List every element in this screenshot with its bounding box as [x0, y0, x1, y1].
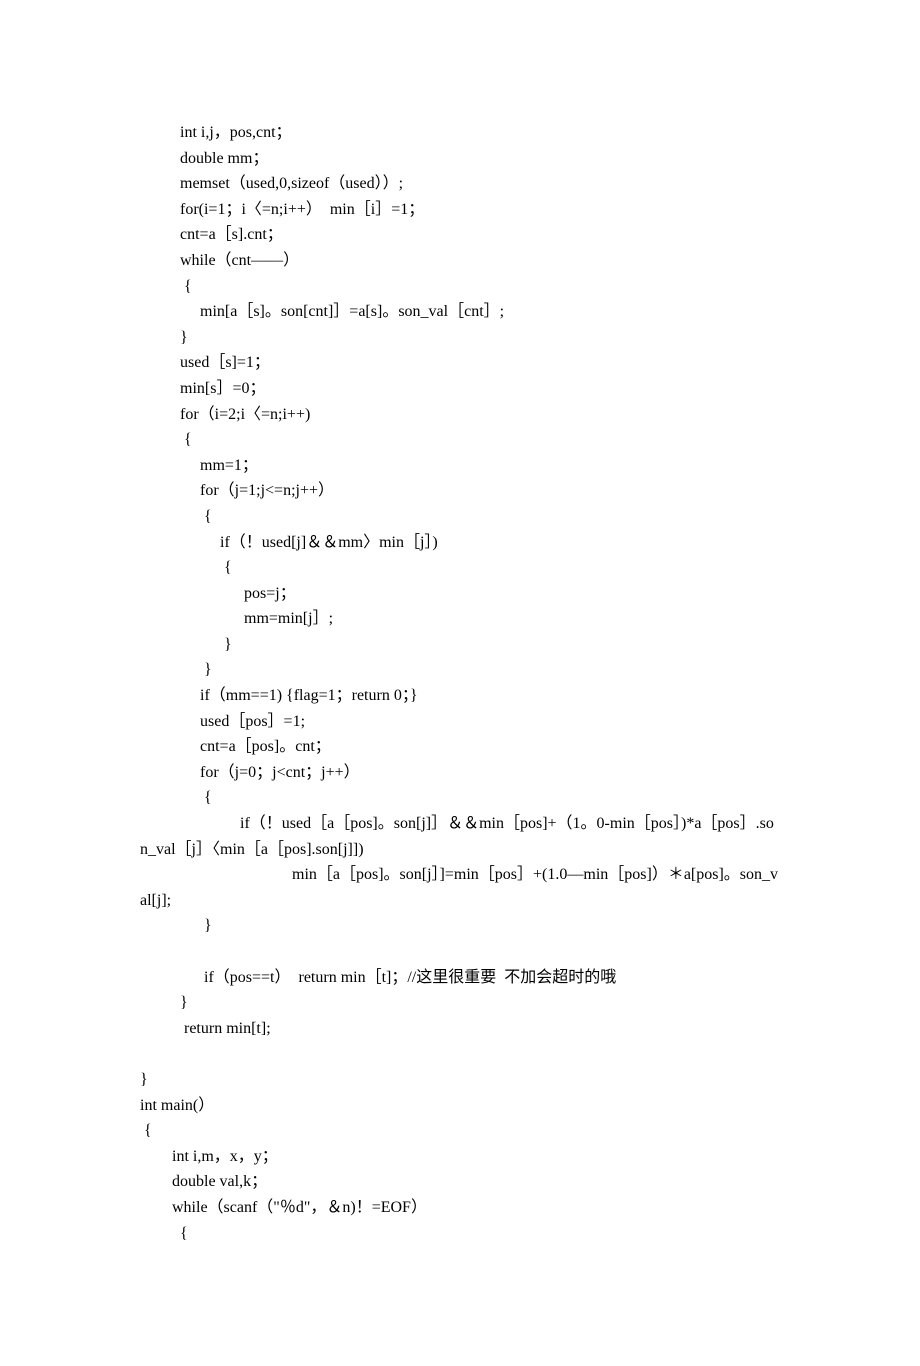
code-block: int i,j，pos,cnt； double mm； memset（used,…	[140, 120, 780, 1246]
code-line: cnt=a［pos]。cnt；	[140, 734, 780, 760]
code-line: for（i=2;i〈=n;i++)	[140, 402, 780, 428]
code-line: memset（used,0,sizeof（used））;	[140, 171, 780, 197]
code-line: if（！used［a［pos]。son[j]］＆＆min［pos]+（1。0-m…	[140, 811, 780, 862]
code-line: {	[140, 274, 780, 300]
code-line: }	[140, 325, 780, 351]
code-line: double mm；	[140, 146, 780, 172]
code-line: {	[140, 427, 780, 453]
code-line: }	[140, 1067, 780, 1093]
code-line: used［s]=1；	[140, 350, 780, 376]
code-line: for(i=1；i〈=n;i++） min［i］=1；	[140, 197, 780, 223]
code-line	[140, 939, 780, 965]
code-line: }	[140, 990, 780, 1016]
code-line: double val,k；	[140, 1169, 780, 1195]
code-line: return min[t];	[140, 1016, 780, 1042]
code-line: }	[140, 913, 780, 939]
document-page: int i,j，pos,cnt； double mm； memset（used,…	[0, 0, 920, 1366]
code-line: int main(）	[140, 1093, 780, 1119]
code-line: cnt=a［s].cnt；	[140, 222, 780, 248]
code-line: {	[140, 785, 780, 811]
code-line: mm=1；	[140, 453, 780, 479]
code-line: min[s］=0；	[140, 376, 780, 402]
code-line: min［a［pos]。son[j］]=min［pos］+(1.0—min［pos…	[140, 862, 780, 913]
code-line: for（j=1;j<=n;j++）	[140, 478, 780, 504]
code-line: {	[140, 504, 780, 530]
code-line: {	[140, 555, 780, 581]
code-line: }	[140, 632, 780, 658]
code-line: {	[140, 1221, 780, 1247]
code-line: used［pos］=1;	[140, 709, 780, 735]
code-line: while（cnt——）	[140, 248, 780, 274]
code-line: while（scanf（"％d"，＆n)！=EOF）	[140, 1195, 780, 1221]
code-line: if（mm==1) {flag=1；return 0；}	[140, 683, 780, 709]
code-line: int i,m，x，y；	[140, 1144, 780, 1170]
code-line: }	[140, 657, 780, 683]
code-line: {	[140, 1118, 780, 1144]
code-line	[140, 1041, 780, 1067]
code-line: for（j=0；j<cnt；j++）	[140, 760, 780, 786]
code-line: int i,j，pos,cnt；	[140, 120, 780, 146]
code-line: if（pos==t） return min［t]；//这里很重要 不加会超时的哦	[140, 965, 780, 991]
code-line: if（！used[j]＆＆mm〉min［j］)	[140, 530, 780, 556]
code-line: mm=min[j］;	[140, 606, 780, 632]
code-line: min[a［s]。son[cnt]］=a[s]。son_val［cnt］;	[140, 299, 780, 325]
code-line: pos=j；	[140, 581, 780, 607]
